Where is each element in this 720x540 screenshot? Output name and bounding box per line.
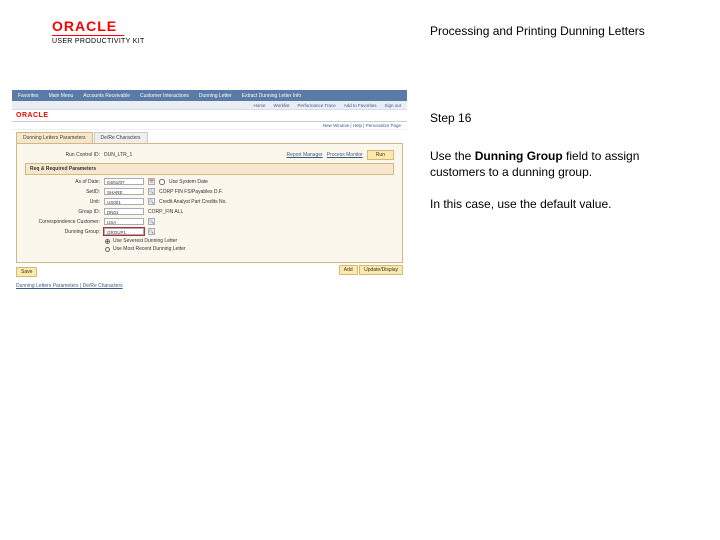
radio-recent-label: Use Most Recent Dunning Letter xyxy=(113,246,186,252)
run-button[interactable]: Run xyxy=(367,150,394,160)
sub-nav: Home Worklist Performance Trace Add to F… xyxy=(12,101,407,110)
setid-label: SetID: xyxy=(25,189,100,195)
use-system-date-checkbox[interactable] xyxy=(159,179,165,185)
step-note: In this case, use the default value. xyxy=(430,196,690,212)
tab-active[interactable]: Dunning Letters Parameters xyxy=(16,132,93,143)
letter-option-group: Use Severest Dunning Letter Use Most Rec… xyxy=(105,238,394,252)
add-button[interactable]: Add xyxy=(339,265,358,275)
tab-inactive[interactable]: De/Re Characters xyxy=(94,132,148,143)
unit-input[interactable]: US001 xyxy=(104,198,144,205)
save-button[interactable]: Save xyxy=(16,267,37,277)
as-of-date-label: As of Date: xyxy=(25,179,100,185)
dunning-group-label: Dunning Group: xyxy=(25,229,100,235)
topic-title: Processing and Printing Dunning Letters xyxy=(430,24,645,38)
breadcrumb[interactable]: New Window | Help | Personalize Page xyxy=(12,122,407,130)
process-monitor-link[interactable]: Process Monitor xyxy=(327,152,363,158)
corr-input[interactable]: USA xyxy=(104,218,144,225)
unit-desc: Credit Analyst Part Credits No. xyxy=(159,199,227,205)
step-number: Step 16 xyxy=(430,110,680,126)
calendar-icon[interactable]: 📅 xyxy=(148,178,155,185)
group-label: Group ID: xyxy=(25,209,100,215)
bottom-tab-links[interactable]: Dunning Letters Parameters | De/Re Chara… xyxy=(12,281,407,291)
app-logo-row: ORACLE xyxy=(12,110,407,122)
radio-severest-label: Use Severest Dunning Letter xyxy=(113,238,177,244)
brand-name: ORACLE xyxy=(52,18,145,34)
nav-item[interactable]: Main Menu xyxy=(49,93,74,99)
nav-item[interactable]: Dunning Letter xyxy=(199,93,232,99)
footer-buttons: Save Add Update/Display xyxy=(12,263,407,281)
lookup-icon[interactable]: 🔍 xyxy=(148,188,155,195)
brand-product: USER PRODUCTIVITY KIT xyxy=(52,38,145,45)
nav-item[interactable]: Extract Dunning Letter Info xyxy=(242,93,301,99)
group-input[interactable]: DN01 xyxy=(104,208,144,215)
instr-bold: Dunning Group xyxy=(475,149,563,163)
top-nav: Favorites Main Menu Accounts Receivable … xyxy=(12,90,407,101)
subnav-item[interactable]: Sign out xyxy=(384,103,401,108)
radio-recent[interactable] xyxy=(105,247,110,252)
setid-desc: CORP FIN FS/Payables D.F. xyxy=(159,189,223,195)
instr-pre: Use the xyxy=(430,149,475,163)
run-control-label: Run Control ID: xyxy=(25,152,100,158)
as-of-date-input[interactable]: 04/01/07 xyxy=(104,178,144,185)
app-logo: ORACLE xyxy=(16,112,49,119)
subnav-item[interactable]: Performance Trace xyxy=(297,103,335,108)
run-control-value: DUN_LTR_1 xyxy=(104,152,132,158)
lookup-icon[interactable]: 🔍 xyxy=(148,228,155,235)
nav-item[interactable]: Customer Interactions xyxy=(140,93,189,99)
form-body: Run Control ID: DUN_LTR_1 Report Manager… xyxy=(16,143,403,263)
subnav-item[interactable]: Home xyxy=(254,103,266,108)
nav-item[interactable]: Accounts Receivable xyxy=(83,93,130,99)
nav-item[interactable]: Favorites xyxy=(18,93,39,99)
group-desc: CORP_FIN ALL xyxy=(148,209,183,215)
subsection-header: Req & Required Parameters xyxy=(25,163,394,175)
setid-input[interactable]: SHARE xyxy=(104,188,144,195)
app-screenshot: Favorites Main Menu Accounts Receivable … xyxy=(12,90,407,290)
step-instruction: Use the Dunning Group field to assign cu… xyxy=(430,148,690,180)
report-manager-link[interactable]: Report Manager xyxy=(287,152,323,158)
radio-severest[interactable] xyxy=(105,239,110,244)
use-system-date-label: Use System Date xyxy=(169,179,208,185)
unit-label: Unit: xyxy=(25,199,100,205)
tabs: Dunning Letters Parameters De/Re Charact… xyxy=(12,130,407,143)
subnav-item[interactable]: Worklist xyxy=(274,103,290,108)
corr-label: Correspondence Customer: xyxy=(25,219,100,225)
dunning-group-input[interactable]: GROUP1 xyxy=(104,228,144,235)
lookup-icon[interactable]: 🔍 xyxy=(148,218,155,225)
brand-bar xyxy=(52,35,124,36)
brand-logo: ORACLE USER PRODUCTIVITY KIT xyxy=(52,18,145,45)
update-display-button[interactable]: Update/Display xyxy=(359,265,403,275)
subnav-item[interactable]: Add to Favorites xyxy=(344,103,377,108)
lookup-icon[interactable]: 🔍 xyxy=(148,198,155,205)
